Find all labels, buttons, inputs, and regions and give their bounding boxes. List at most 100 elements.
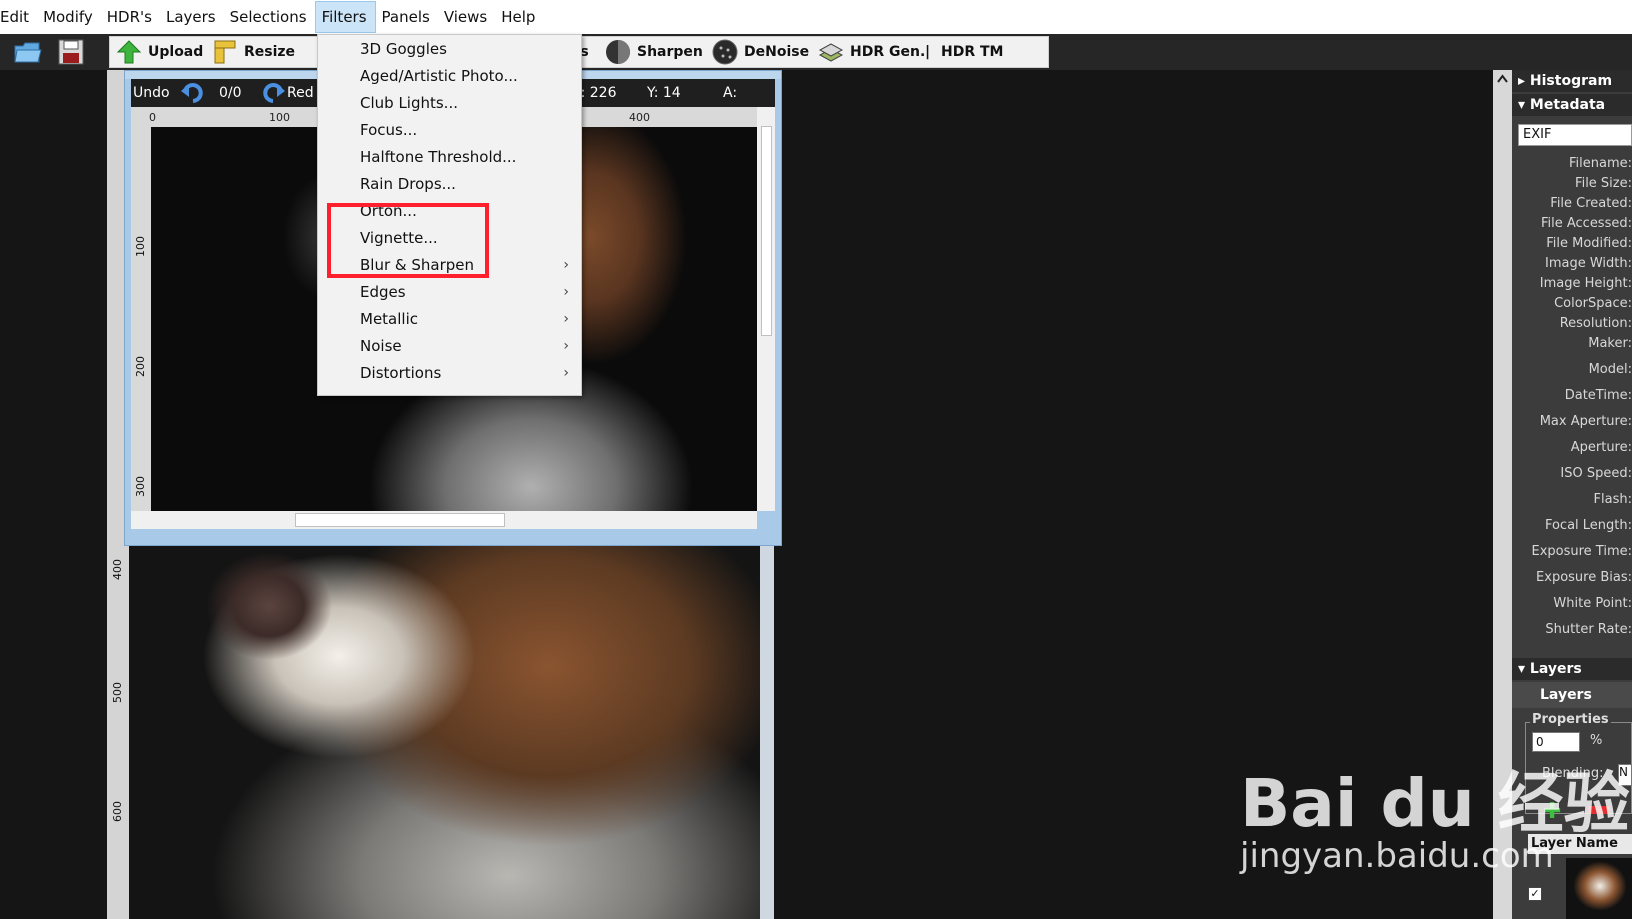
ruler-left-200: 200: [134, 356, 147, 377]
vertical-scroll-thumb[interactable]: [761, 126, 772, 336]
menu-item-rain-drops[interactable]: Rain Drops...: [318, 171, 581, 198]
menu-item-3d-goggles[interactable]: 3D Goggles: [318, 36, 581, 63]
menu-views[interactable]: Views: [438, 0, 495, 34]
opacity-input[interactable]: 0: [1532, 732, 1580, 752]
hdr-tm-label: HDR TM: [941, 44, 1004, 60]
menu-filters[interactable]: Filters: [314, 1, 376, 33]
open-folder-icon[interactable]: [13, 38, 43, 66]
meta-label-file-modified: File Modified:: [1546, 236, 1632, 251]
ruler-icon: [214, 40, 236, 64]
separator-label: |: [925, 44, 931, 60]
ruler-label-500: 500: [111, 682, 124, 703]
baidu-watermark: Bai du 经验 jingyan.baidu.com: [1240, 750, 1632, 890]
menu-item-focus[interactable]: Focus...: [318, 117, 581, 144]
upload-button[interactable]: Upload: [116, 37, 203, 67]
hdr-gen-button[interactable]: HDR Gen.: [818, 37, 925, 67]
redo-arrow-icon[interactable]: [263, 82, 285, 104]
alpha-readout: A:: [723, 85, 738, 101]
denoise-label: DeNoise: [744, 44, 810, 60]
meta-label-white-point: White Point:: [1553, 596, 1632, 611]
dog-photo-large: [129, 546, 760, 919]
meta-label-image-width: Image Width:: [1545, 256, 1632, 271]
redo-button[interactable]: Red: [287, 85, 314, 101]
menu-layers[interactable]: Layers: [160, 0, 224, 34]
menu-hdrs[interactable]: HDR's: [101, 0, 160, 34]
meta-label-file-accessed: File Accessed:: [1540, 216, 1632, 231]
denoise-button[interactable]: DeNoise: [712, 37, 809, 67]
menu-help[interactable]: Help: [495, 0, 543, 34]
resize-button[interactable]: Resize: [212, 37, 295, 67]
menu-selections[interactable]: Selections: [224, 0, 315, 34]
meta-label-max-aperture: Max Aperture:: [1539, 414, 1632, 429]
percent-label: %: [1590, 733, 1603, 748]
menu-item-label: Club Lights...: [360, 94, 458, 112]
chevron-right-icon: ›: [563, 257, 569, 273]
sharpen-label: Sharpen: [637, 44, 703, 60]
sharpen-button[interactable]: Sharpen: [605, 37, 703, 67]
meta-label-image-height: Image Height:: [1539, 276, 1632, 291]
save-disk-icon[interactable]: [56, 38, 86, 66]
menu-edit[interactable]: Edit: [0, 0, 37, 34]
chevron-right-icon: ›: [563, 284, 569, 300]
ruler-left-300: 300: [134, 476, 147, 497]
hdr-gen-label: HDR Gen.: [850, 44, 926, 60]
menu-item-label: Focus...: [360, 121, 418, 139]
chevron-right-icon: ›: [563, 311, 569, 327]
menu-item-halftone-threshold[interactable]: Halftone Threshold...: [318, 144, 581, 171]
layers-tab[interactable]: Layers: [1512, 682, 1632, 708]
cursor-y-readout: Y: 14: [647, 85, 681, 101]
meta-label-flash: Flash:: [1593, 492, 1632, 507]
menu-item-metallic[interactable]: Metallic ›: [318, 306, 581, 333]
layers-header[interactable]: ▾ Layers: [1512, 658, 1632, 680]
undo-button[interactable]: Undo: [133, 85, 170, 101]
horizontal-scroll-thumb[interactable]: [295, 513, 505, 527]
hdr-stack-icon: [818, 43, 844, 62]
menu-item-distortions[interactable]: Distortions ›: [318, 360, 581, 387]
menu-item-club-lights[interactable]: Club Lights...: [318, 90, 581, 117]
menu-panels[interactable]: Panels: [376, 0, 438, 34]
ruler-label-600: 600: [111, 801, 124, 822]
menu-modify[interactable]: Modify: [37, 0, 101, 34]
exif-select-value: EXIF: [1523, 127, 1552, 142]
annotation-highlight-box: [327, 203, 489, 278]
meta-label-maker: Maker:: [1588, 336, 1632, 351]
menu-item-edges[interactable]: Edges ›: [318, 279, 581, 306]
toolbar-separator: |: [925, 37, 930, 67]
meta-label-datetime: DateTime:: [1564, 388, 1632, 403]
ruler-label-400: 400: [111, 559, 124, 580]
menu-item-label: Metallic: [360, 310, 418, 328]
ruler-top-400: 400: [629, 111, 650, 124]
properties-legend: Properties: [1530, 712, 1611, 727]
meta-label-shutter-rate: Shutter Rate:: [1545, 622, 1632, 637]
history-counter: 0/0: [219, 85, 242, 101]
ruler-left: 100 200 300: [131, 127, 151, 511]
metadata-label: Metadata: [1529, 97, 1606, 113]
menu-item-label: Rain Drops...: [360, 175, 456, 193]
undo-arrow-icon[interactable]: [181, 82, 203, 104]
histogram-label: Histogram: [1529, 73, 1613, 89]
menu-item-label: Distortions: [360, 364, 442, 382]
layers-tab-label: Layers: [1540, 687, 1592, 703]
chevron-right-icon: ›: [563, 365, 569, 381]
meta-label-aperture: Aperture:: [1570, 440, 1632, 455]
meta-label-focal-length: Focal Length:: [1544, 518, 1632, 533]
menu-item-noise[interactable]: Noise ›: [318, 333, 581, 360]
sharpen-circle-icon: [606, 40, 630, 64]
meta-label-exposure-time: Exposure Time:: [1531, 544, 1632, 559]
metadata-header[interactable]: ▾ Metadata: [1512, 94, 1632, 116]
chevron-up-icon[interactable]: [1497, 74, 1508, 83]
exif-select[interactable]: EXIF: [1518, 124, 1632, 146]
resize-label: Resize: [244, 44, 296, 60]
menu-item-aged-artistic-photo[interactable]: Aged/Artistic Photo...: [318, 63, 581, 90]
ruler-left-100: 100: [134, 236, 147, 257]
upload-arrow-icon: [116, 40, 142, 64]
back-canvas-scrollbar[interactable]: [760, 546, 774, 919]
menu-item-label: 3D Goggles: [360, 40, 447, 58]
meta-label-resolution: Resolution:: [1559, 316, 1632, 331]
watermark-logo-text: Bai du 经验: [1240, 765, 1630, 842]
histogram-header[interactable]: ▸ Histogram: [1512, 70, 1632, 92]
upload-label: Upload: [148, 44, 204, 60]
menu-item-label: Aged/Artistic Photo...: [360, 67, 518, 85]
ruler-top-0: 0: [149, 111, 156, 124]
hdr-tm-button[interactable]: HDR TM: [941, 37, 1003, 67]
